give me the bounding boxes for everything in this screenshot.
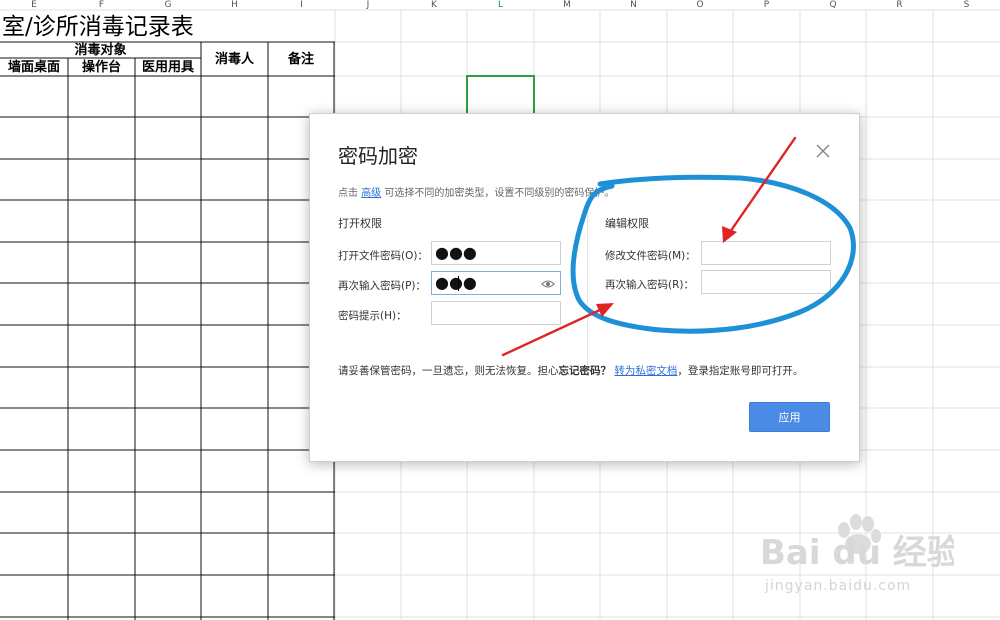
password-hint-field[interactable] — [431, 301, 561, 325]
column-header-j[interactable]: J — [335, 0, 401, 10]
active-cell[interactable] — [466, 75, 535, 118]
warning-suffix: ，登录指定账号即可打开。 — [677, 365, 804, 377]
edit-permission-heading: 编辑权限 — [605, 217, 649, 230]
apply-button[interactable]: 应用 — [749, 402, 830, 432]
column-header-k[interactable]: K — [401, 0, 467, 10]
hint-suffix: 可选择不同的加密类型，设置不同级别的密码保护。 — [384, 188, 615, 199]
text-caret — [458, 276, 459, 291]
section-divider — [587, 200, 588, 366]
header-wall-desk: 墙面桌面 — [7, 60, 60, 75]
warning-prefix: 请妥善保管密码，一旦遗忘，则无法恢复。担心 — [338, 365, 559, 377]
confirm-open-password-label: 再次输入密码(P)： — [338, 280, 427, 292]
column-header-i[interactable]: I — [268, 0, 335, 10]
header-disinfector: 消毒人 — [214, 52, 254, 67]
dialog-title: 密码加密 — [338, 144, 418, 168]
column-header-r[interactable]: R — [866, 0, 933, 10]
column-header-p[interactable]: P — [733, 0, 800, 10]
hint-prefix: 点击 — [338, 188, 358, 199]
password-warning: 请妥善保管密码，一旦遗忘，则无法恢复。担心忘记密码？ 转为私密文档，登录指定账号… — [338, 363, 803, 378]
confirm-modify-password-field[interactable] — [701, 270, 831, 294]
password-hint-label: 密码提示(H)： — [338, 310, 407, 322]
column-header-n[interactable]: N — [600, 0, 667, 10]
column-header-l[interactable]: L — [467, 0, 534, 10]
close-icon[interactable] — [814, 142, 832, 160]
column-header-o[interactable]: O — [667, 0, 733, 10]
open-permission-heading: 打开权限 — [338, 217, 382, 230]
header-medical-tools: 医用用具 — [141, 60, 194, 75]
column-header-q[interactable]: Q — [800, 0, 866, 10]
column-header-e[interactable]: E — [0, 0, 68, 10]
column-header-s[interactable]: S — [933, 0, 1000, 10]
column-header-f[interactable]: F — [68, 0, 135, 10]
confirm-open-password-field[interactable]: ●●● — [431, 271, 561, 295]
column-header-m[interactable]: M — [534, 0, 600, 10]
warning-forgot-password: 忘记密码？ — [558, 365, 612, 377]
watermark-url: jingyan.baidu.com — [765, 578, 912, 594]
open-password-field[interactable]: ●●● — [431, 241, 561, 265]
modify-password-field[interactable] — [701, 241, 831, 265]
open-password-label: 打开文件密码(O)： — [338, 250, 428, 262]
confirm-modify-password-label: 再次输入密码(R)： — [605, 279, 694, 291]
encryption-hint: 点击 高级 可选择不同的加密类型，设置不同级别的密码保护。 — [338, 184, 614, 199]
column-header-h[interactable]: H — [201, 0, 268, 10]
header-disinfection-target: 消毒对象 — [74, 43, 127, 58]
password-encryption-dialog: 密码加密 点击 高级 可选择不同的加密类型，设置不同级别的密码保护。 打开权限 … — [309, 113, 860, 462]
header-remark: 备注 — [287, 52, 314, 67]
eye-icon[interactable] — [541, 278, 555, 290]
modify-password-label: 修改文件密码(M)： — [605, 250, 696, 262]
column-header-g[interactable]: G — [135, 0, 201, 10]
header-workbench: 操作台 — [81, 60, 121, 75]
sheet-title: 室/诊所消毒记录表 — [2, 14, 194, 40]
confirm-open-password-value: ●●● — [435, 273, 477, 292]
private-document-link[interactable]: 转为私密文档 — [614, 365, 677, 377]
open-password-value: ●●● — [435, 243, 477, 262]
advanced-link[interactable]: 高级 — [361, 188, 381, 199]
